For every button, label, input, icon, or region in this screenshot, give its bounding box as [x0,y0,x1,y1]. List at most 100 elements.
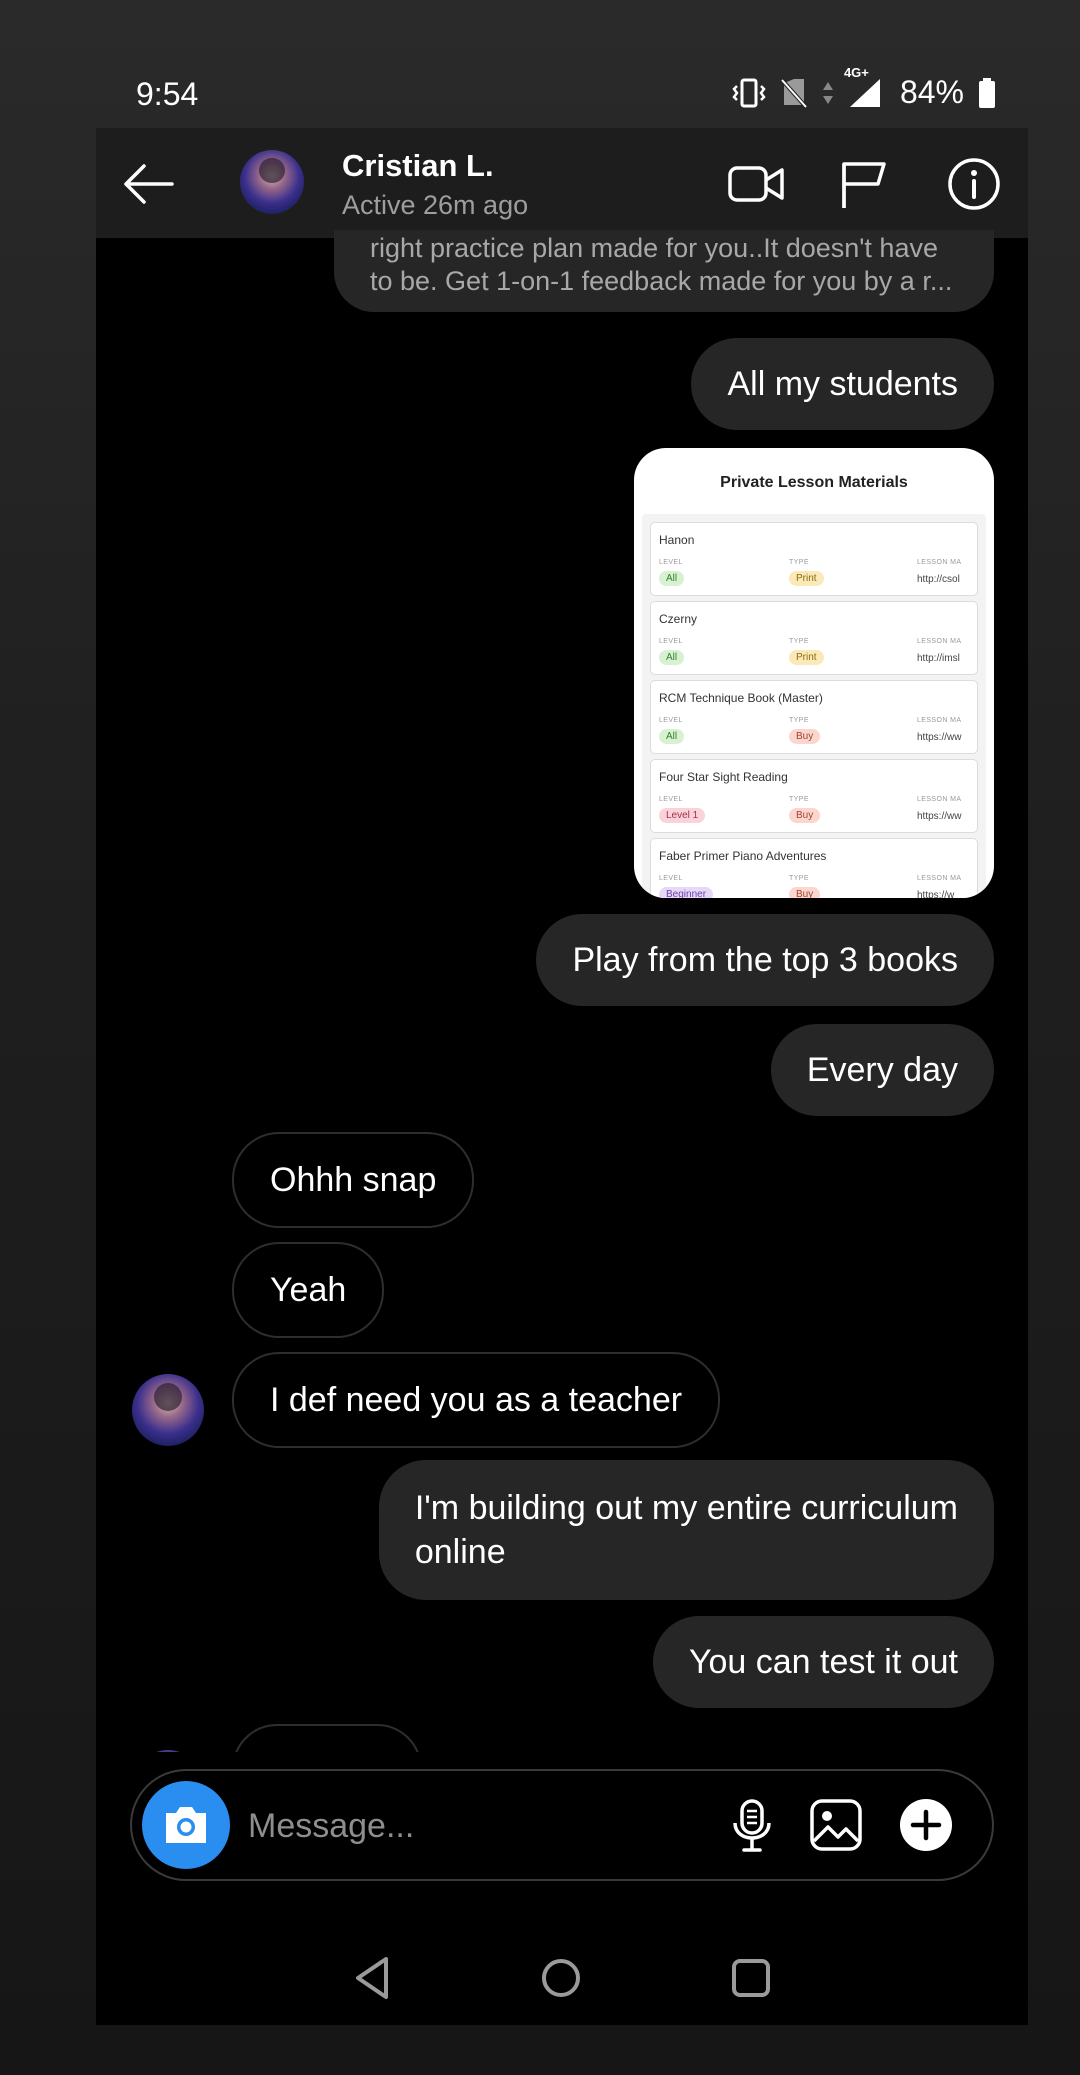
lesson-name: Faber Primer Piano Adventures [659,849,827,863]
col-label-level: LEVEL [659,717,683,724]
col-label-material: LESSON MA [917,559,962,566]
plus-icon [900,1799,952,1851]
microphone-icon [733,1799,771,1852]
type-tag: Buy [789,729,821,744]
col-label-level: LEVEL [659,796,683,803]
lesson-row: RCM Technique Book (Master) LEVEL TYPE L… [650,680,978,754]
col-label-level: LEVEL [659,875,683,882]
col-label-type: TYPE [789,559,809,566]
lesson-row: Hanon LEVEL TYPE LESSON MA All Print htt… [650,522,978,596]
message-composer [130,1769,994,1881]
col-label-type: TYPE [789,796,809,803]
lesson-url: https://ww [917,732,962,743]
lesson-table: Hanon LEVEL TYPE LESSON MA All Print htt… [642,514,986,898]
level-tag: Level 1 [659,808,706,823]
col-label-type: TYPE [789,638,809,645]
level-tag: All [659,729,685,744]
nav-recents-button[interactable] [726,1953,776,2003]
col-label-level: LEVEL [659,559,683,566]
message-text: I def need you as a teacher [270,1381,683,1419]
nav-home-icon [542,1959,580,1997]
col-label-type: TYPE [789,717,809,724]
message-text: You can test it out [688,1643,958,1681]
col-label-level: LEVEL [659,638,683,645]
lesson-url: https://w [917,890,955,898]
message-text: Every day [806,1051,958,1089]
message-bubble-outgoing[interactable]: Play from the top 3 books [536,914,994,1006]
message-input[interactable] [248,1801,668,1851]
type-tag: Print [789,571,824,586]
info-button[interactable] [946,156,1002,212]
col-label-material: LESSON MA [917,638,962,645]
message-bubble-outgoing[interactable]: I'm building out my entire curriculum on… [378,1460,994,1600]
battery-icon [978,77,996,109]
card-title: Private Lesson Materials [720,474,908,491]
network-type-label: 4G+ [843,64,869,80]
status-bar: 9:54 4G+ 84% [96,60,996,130]
message-bubble-incoming[interactable]: I def need you as a teacher [232,1352,721,1448]
level-tag: Beginner [659,887,714,898]
lesson-row: Faber Primer Piano Adventures LEVEL TYPE… [650,838,978,898]
report-flag-button[interactable] [836,156,892,212]
nav-back-button[interactable] [348,1953,398,2003]
lesson-name: Hanon [659,533,695,547]
signal-icon: 4G+ [844,65,882,109]
camera-button[interactable] [142,1781,230,1869]
contact-activity-status: Active 26m ago [342,190,529,220]
back-button[interactable] [120,156,176,212]
lesson-name: Czerny [659,612,698,626]
contact-name[interactable]: Cristian L. [342,148,494,184]
nav-home-button[interactable] [536,1953,586,2003]
level-tag: All [659,650,685,665]
lesson-url: https://ww [917,811,962,822]
message-bubble-outgoing[interactable]: Every day [770,1024,994,1116]
avatar[interactable] [240,150,304,214]
message-bubble-incoming[interactable]: Ohhh snap [232,1132,475,1228]
lesson-row: Four Star Sight Reading LEVEL TYPE LESSO… [650,759,978,833]
col-label-material: LESSON MA [917,717,962,724]
back-arrow-icon [124,164,174,204]
message-text: Ohhh snap [270,1161,437,1199]
dm-thread-screen: Cristian L. Active 26m ago right practic… [96,128,1028,2025]
message-bubble-outgoing[interactable]: All my students [691,338,994,430]
gallery-icon [810,1799,862,1851]
thread-header: Cristian L. Active 26m ago [96,128,1028,238]
camera-icon [166,1807,206,1843]
gallery-button[interactable] [808,1797,864,1853]
status-time: 9:54 [136,76,199,112]
lesson-row: Czerny LEVEL TYPE LESSON MA All Print ht… [650,601,978,675]
message-text: to be. Get 1-on-1 feedback made for you … [370,266,953,296]
nav-recents-icon [732,1959,770,1997]
battery-percent: 84% [899,74,964,110]
lesson-url: http://imsl [917,653,960,664]
message-bubble-outgoing[interactable]: You can test it out [652,1616,994,1708]
message-text: Play from the top 3 books [572,941,958,979]
more-button[interactable] [898,1797,954,1853]
message-bubble-truncated[interactable]: right practice plan made for you..It doe… [334,230,994,312]
data-arrows-icon [822,80,834,106]
status-icons: 4G+ 84% [732,65,996,111]
android-nav-bar [96,1923,1028,2025]
message-list[interactable]: right practice plan made for you..It doe… [96,230,1028,1883]
type-tag: Buy [789,887,821,898]
lesson-name: Four Star Sight Reading [659,770,788,784]
type-tag: Buy [789,808,821,823]
video-call-icon [728,166,784,202]
sender-avatar[interactable] [132,1374,204,1446]
nav-back-icon [356,1957,388,1999]
microphone-button[interactable] [724,1797,780,1853]
shared-image-card[interactable]: Private Lesson Materials Hanon LEVEL TYP… [634,448,994,898]
screen: 9:54 4G+ 84% Cristian L. Active 26m ago … [0,0,1080,2075]
no-sim-icon [780,77,808,109]
message-text: I'm building out my entire curriculum [414,1489,958,1527]
col-label-material: LESSON MA [917,796,962,803]
message-text: right practice plan made for you..It doe… [370,233,938,263]
lesson-url: http://csol [917,574,960,585]
col-label-type: TYPE [789,875,809,882]
vibrate-icon [732,77,766,109]
message-text: All my students [727,365,958,403]
message-bubble-incoming[interactable]: Yeah [232,1242,385,1338]
lesson-name: RCM Technique Book (Master) [659,691,823,705]
type-tag: Print [789,650,824,665]
video-call-button[interactable] [728,156,784,212]
